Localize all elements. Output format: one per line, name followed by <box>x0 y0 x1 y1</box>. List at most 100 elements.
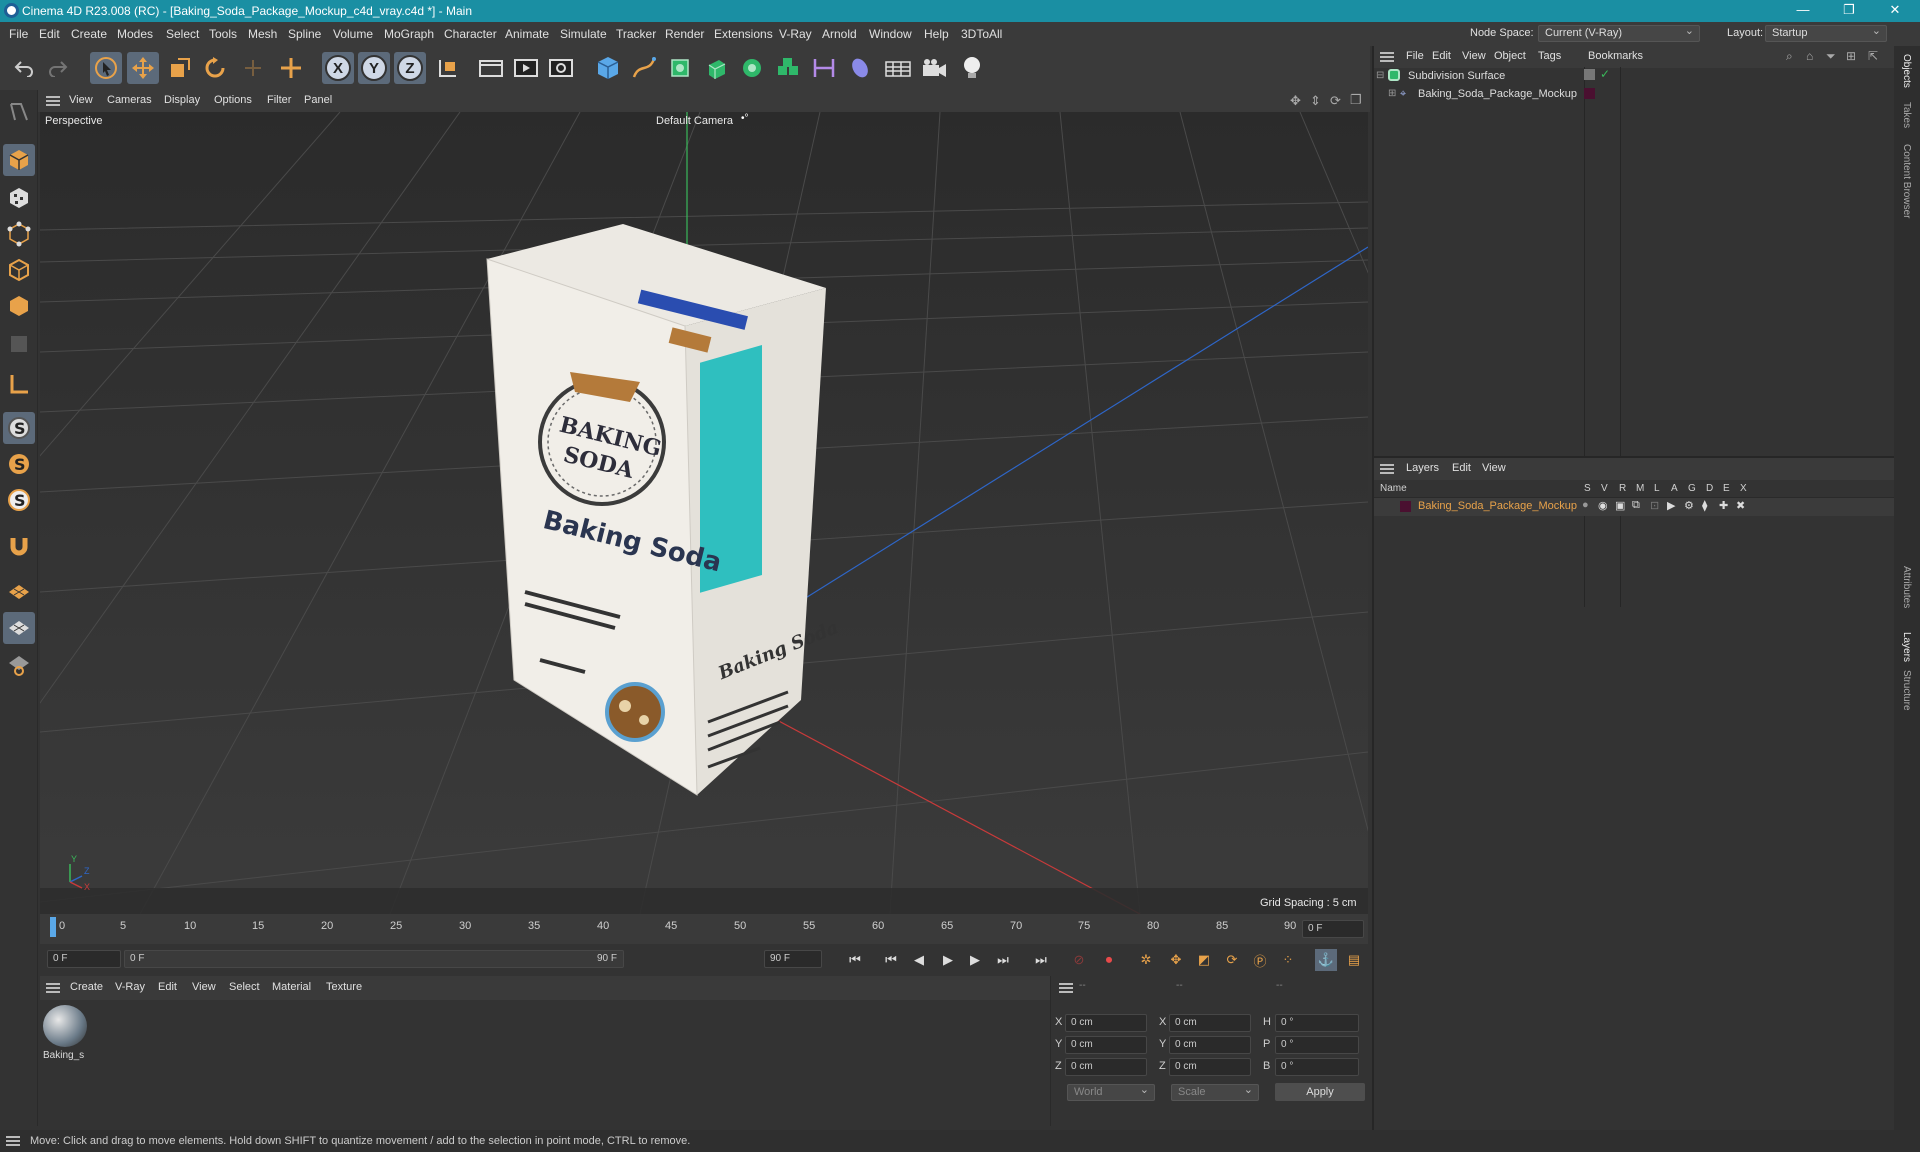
scale-tool-icon[interactable] <box>164 52 196 84</box>
object-menu-icon[interactable] <box>1380 52 1394 62</box>
key-scale-icon[interactable]: ◩ <box>1193 949 1215 971</box>
object-menu-tags[interactable]: Tags <box>1538 50 1561 62</box>
menu-character[interactable]: Character <box>444 27 497 41</box>
menu-tools[interactable]: Tools <box>209 27 237 41</box>
tab-objects[interactable]: Objects <box>1901 54 1912 88</box>
motion-system-icon[interactable]: ⚓ <box>1315 949 1337 971</box>
layer-color-swatch[interactable] <box>1400 501 1411 512</box>
layer-col-e[interactable]: E <box>1723 483 1730 494</box>
viewport-maximize-icon[interactable]: ❐ <box>1350 92 1362 108</box>
make-editable-icon[interactable] <box>3 96 35 128</box>
menu-volume[interactable]: Volume <box>333 27 373 41</box>
restore-button[interactable]: ❐ <box>1826 0 1872 22</box>
texture-mode-icon[interactable] <box>3 182 35 214</box>
minimize-button[interactable]: — <box>1780 0 1826 22</box>
object-menu-view[interactable]: View <box>1462 50 1486 62</box>
menu-modes[interactable]: Modes <box>117 27 153 41</box>
object-menu-bookmarks[interactable]: Bookmarks <box>1588 50 1643 62</box>
menu-vray[interactable]: V-Ray <box>779 27 812 41</box>
object-menu-object[interactable]: Object <box>1494 50 1526 62</box>
sculpt-grid-icon[interactable] <box>3 648 35 680</box>
material-menu-select[interactable]: Select <box>229 981 260 993</box>
redo-icon[interactable] <box>42 52 74 84</box>
render-view-icon[interactable] <box>475 52 507 84</box>
layer-col-g[interactable]: G <box>1688 483 1696 494</box>
next-key-icon[interactable]: ⏭ <box>992 949 1014 971</box>
material-menu-icon[interactable] <box>46 983 60 993</box>
select-tool-icon[interactable] <box>90 52 122 84</box>
layer-animation-icon[interactable]: ▶ <box>1667 499 1675 512</box>
viewport-menu-options[interactable]: Options <box>214 94 252 106</box>
layer-col-d[interactable]: D <box>1706 483 1713 494</box>
polygon-mode-icon[interactable] <box>3 290 35 322</box>
record-keys-icon[interactable]: ⊘ <box>1068 949 1090 971</box>
search-icon[interactable]: ⌕ <box>1786 49 1793 64</box>
menu-simulate[interactable]: Simulate <box>560 27 607 41</box>
point-mode-icon[interactable] <box>3 218 35 250</box>
layer-col-l[interactable]: L <box>1654 483 1660 494</box>
menu-extensions[interactable]: Extensions <box>714 27 773 41</box>
camera-icon[interactable] <box>918 52 950 84</box>
render-settings-icon[interactable] <box>545 52 577 84</box>
node-space-dropdown[interactable]: Current (V-Ray) <box>1538 24 1700 42</box>
snap-icon[interactable]: S <box>3 412 35 444</box>
material-thumbnail[interactable] <box>43 1005 87 1047</box>
viewport-menu-display[interactable]: Display <box>164 94 200 106</box>
object-name[interactable]: Baking_Soda_Package_Mockup <box>1418 88 1577 100</box>
symmetry-icon[interactable] <box>808 52 840 84</box>
tab-layers[interactable]: Layers <box>1901 632 1912 662</box>
viewport-rotate-icon[interactable]: ⟳ <box>1330 93 1341 109</box>
tab-attributes[interactable]: Attributes <box>1901 566 1912 608</box>
size-x-field[interactable]: 0 cm <box>1169 1014 1251 1032</box>
menu-select[interactable]: Select <box>166 27 199 41</box>
layer-col-s[interactable]: S <box>1584 483 1591 494</box>
enabled-check-icon[interactable]: ✓ <box>1600 67 1610 81</box>
layer-name[interactable]: Baking_Soda_Package_Mockup <box>1418 500 1577 512</box>
editor-visibility-icon[interactable] <box>1584 69 1595 80</box>
menu-create[interactable]: Create <box>71 27 107 41</box>
timeline-window-icon[interactable]: ▤ <box>1343 949 1365 971</box>
boole-icon[interactable] <box>772 52 804 84</box>
menu-window[interactable]: Window <box>869 27 912 41</box>
layer-menu-layers[interactable]: Layers <box>1406 462 1439 474</box>
layer-solo-icon[interactable]: ● <box>1582 499 1589 511</box>
close-button[interactable]: ✕ <box>1872 0 1918 22</box>
layer-col-r[interactable]: R <box>1619 483 1626 494</box>
z-axis-lock-button[interactable]: Z <box>394 52 426 84</box>
new-view-icon[interactable]: ⊞ <box>1846 49 1856 63</box>
layout-dropdown[interactable]: Startup <box>1765 24 1887 42</box>
edge-mode-icon[interactable] <box>3 254 35 286</box>
prev-key-icon[interactable]: ⏮ <box>880 949 902 971</box>
move-tool-icon[interactable] <box>127 52 159 84</box>
current-frame-field[interactable]: 0 F <box>1302 920 1364 938</box>
size-z-field[interactable]: 0 cm <box>1169 1058 1251 1076</box>
material-menu-edit[interactable]: Edit <box>158 981 177 993</box>
uv-mode-icon[interactable] <box>3 328 35 360</box>
rotation-h-field[interactable]: 0 ° <box>1275 1014 1359 1032</box>
object-menu-edit[interactable]: Edit <box>1432 50 1451 62</box>
viewport-menu-filter[interactable]: Filter <box>267 94 291 106</box>
cube-primitive-icon[interactable] <box>592 52 624 84</box>
menu-mograph[interactable]: MoGraph <box>384 27 434 41</box>
position-z-field[interactable]: 0 cm <box>1065 1058 1147 1076</box>
menu-3dtoall[interactable]: 3DToAll <box>961 27 1002 41</box>
size-y-field[interactable]: 0 cm <box>1169 1036 1251 1054</box>
viewport-menu-view[interactable]: View <box>69 94 93 106</box>
tab-takes[interactable]: Takes <box>1901 102 1912 128</box>
layer-row[interactable]: Baking_Soda_Package_Mockup ● ◉ ▣ ⧉ ⊡ ▶ ⚙… <box>1374 498 1894 516</box>
viewport-camera-label[interactable]: Default Camera <box>656 115 733 127</box>
play-icon[interactable]: ▶ <box>937 949 959 971</box>
vray-sky-icon[interactable]: S <box>3 484 35 516</box>
object-row[interactable]: ⊟ Subdivision Surface ✓ <box>1374 67 1894 607</box>
material-menu-view[interactable]: View <box>192 981 216 993</box>
menu-file[interactable]: File <box>9 27 28 41</box>
position-x-field[interactable]: 0 cm <box>1065 1014 1147 1032</box>
viewport-menu-icon[interactable] <box>46 96 60 106</box>
viewport-zoom-icon[interactable]: ⇕ <box>1310 93 1321 109</box>
layer-generators-icon[interactable]: ⚙ <box>1684 499 1694 512</box>
key-pla-icon[interactable]: ⁘ <box>1277 949 1299 971</box>
timeline-playhead[interactable] <box>50 917 56 937</box>
grid-snap-icon[interactable] <box>3 612 35 644</box>
coordinate-space-dropdown[interactable]: World <box>1067 1083 1155 1101</box>
tab-content-browser[interactable]: Content Browser <box>1901 144 1912 218</box>
